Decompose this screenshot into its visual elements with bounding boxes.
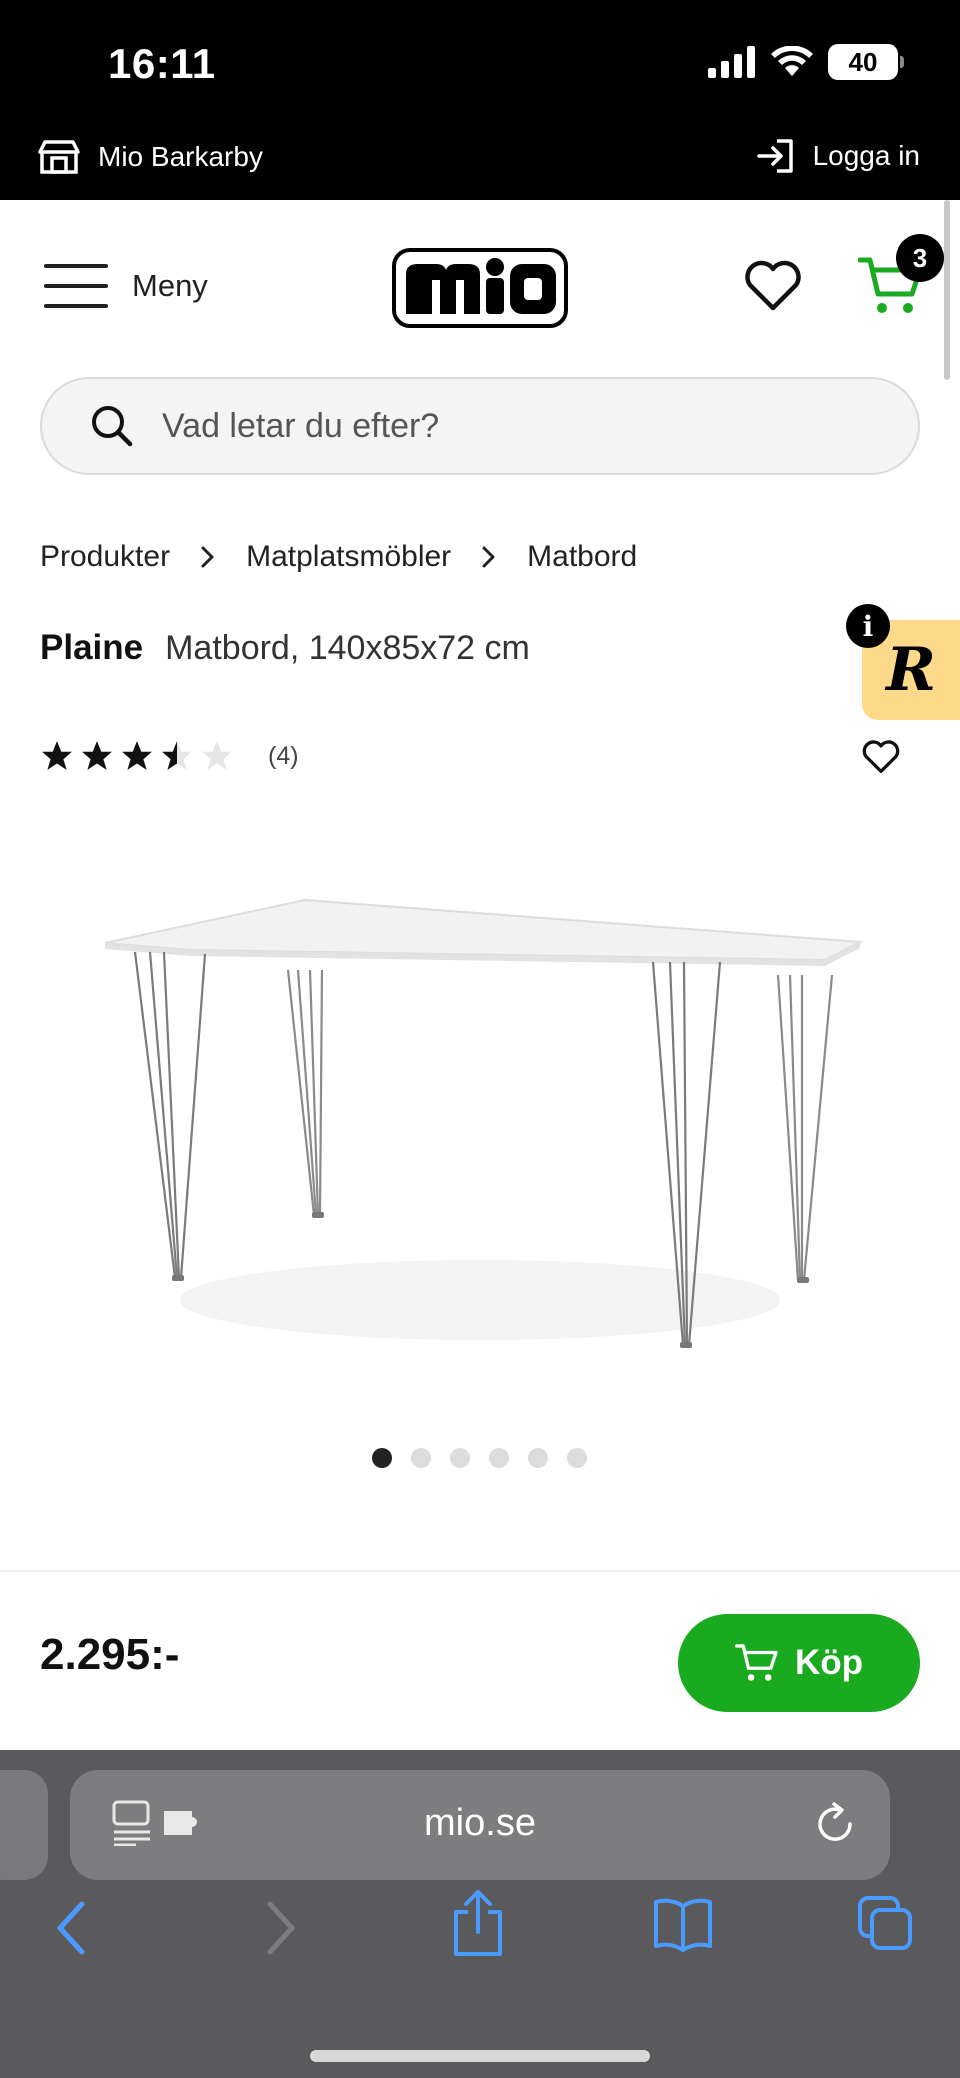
- product-description: Matbord, 140x85x72 cm: [165, 629, 530, 667]
- mio-logo[interactable]: [392, 248, 568, 333]
- carousel-dot[interactable]: [372, 1448, 392, 1468]
- chevron-right-icon: [267, 1901, 295, 1955]
- product-title: Plaine Matbord, 140x85x72 cm: [40, 628, 530, 668]
- breadcrumb-item-matplatsmobler[interactable]: Matplatsmöbler: [246, 540, 451, 574]
- share-button[interactable]: [452, 1888, 504, 1963]
- battery-icon: 40: [828, 44, 904, 80]
- info-letter: i: [862, 609, 874, 643]
- carousel-dot[interactable]: [567, 1448, 587, 1468]
- heart-icon: [745, 260, 801, 311]
- status-bar: 16:11 40: [0, 0, 960, 130]
- search-placeholder: Vad letar du efter?: [162, 406, 440, 445]
- battery-level: 40: [848, 46, 878, 77]
- store-name: Mio Barkarby: [98, 141, 263, 172]
- share-icon: [454, 1890, 502, 1956]
- cart-icon: [734, 1644, 778, 1681]
- browser-toolbar: mio.se: [0, 1750, 960, 2078]
- wifi-icon: [771, 46, 813, 76]
- heart-icon: [862, 740, 900, 774]
- menu-button[interactable]: Meny: [44, 262, 208, 310]
- back-button[interactable]: [54, 1900, 90, 1961]
- star-icon: [122, 741, 152, 770]
- status-icons: 40: [708, 44, 904, 80]
- star-icon: [162, 741, 192, 770]
- star-icon: [202, 741, 232, 770]
- search-field[interactable]: Vad letar du efter?: [40, 377, 920, 475]
- buy-bar: 2.295:- Köp: [0, 1570, 960, 1750]
- store-icon: [38, 140, 80, 174]
- review-widget-letter: R: [886, 635, 936, 705]
- carousel-dot[interactable]: [450, 1448, 470, 1468]
- store-selector[interactable]: Mio Barkarby: [38, 138, 263, 176]
- carousel-dot[interactable]: [528, 1448, 548, 1468]
- chevron-right-icon: [481, 545, 497, 569]
- chevron-right-icon: [200, 545, 216, 569]
- wishlist-button[interactable]: [744, 260, 802, 317]
- product-image[interactable]: [80, 860, 880, 1380]
- tabs-icon: [858, 1896, 912, 1950]
- book-icon: [654, 1898, 712, 1952]
- reload-button[interactable]: [814, 1800, 858, 1851]
- address-bar[interactable]: mio.se: [70, 1770, 890, 1880]
- scroll-indicator: [944, 200, 950, 380]
- home-indicator: [310, 2050, 650, 2062]
- login-label: Logga in: [812, 140, 920, 171]
- search-icon: [92, 406, 133, 447]
- product-price: 2.295:-: [40, 1630, 180, 1679]
- forward-button[interactable]: [262, 1900, 298, 1961]
- cart-count-badge: 3: [896, 234, 944, 282]
- product-name: Plaine: [40, 628, 144, 667]
- browser-nav: [0, 1890, 960, 1990]
- site-header: Meny 3: [0, 200, 960, 370]
- login-link[interactable]: Logga in: [756, 138, 920, 174]
- carousel-dot[interactable]: [411, 1448, 431, 1468]
- buy-label: Köp: [794, 1643, 864, 1682]
- url-text: mio.se: [424, 1802, 536, 1844]
- rating-stars: [40, 740, 234, 772]
- breadcrumb: Produkter Matplatsmöbler Matbord: [40, 540, 637, 574]
- carousel-dot[interactable]: [489, 1448, 509, 1468]
- reload-icon: [818, 1802, 852, 1841]
- bookmarks-button[interactable]: [652, 1896, 714, 1957]
- tabs-button[interactable]: [858, 1896, 914, 1957]
- review-count: (4): [268, 741, 299, 770]
- status-time: 16:11: [108, 40, 216, 87]
- star-icon: [82, 741, 112, 770]
- info-icon[interactable]: i: [846, 604, 890, 648]
- previous-tab-peek[interactable]: [0, 1770, 48, 1880]
- breadcrumb-item-produkter[interactable]: Produkter: [40, 540, 170, 574]
- carousel-dots: [372, 1448, 587, 1468]
- breadcrumb-item-matbord[interactable]: Matbord: [527, 540, 637, 574]
- store-bar: Mio Barkarby Logga in: [0, 130, 960, 200]
- login-icon: [756, 139, 793, 173]
- star-icon: [42, 741, 72, 770]
- menu-label: Meny: [132, 268, 208, 303]
- chevron-left-icon: [57, 1901, 85, 1955]
- product-rating[interactable]: (4): [40, 740, 299, 772]
- product-wishlist-button[interactable]: [862, 740, 900, 779]
- hamburger-icon: [44, 264, 108, 308]
- signal-icon: [708, 46, 755, 78]
- buy-button[interactable]: Köp: [678, 1614, 920, 1712]
- table-illustration: [104, 898, 864, 1348]
